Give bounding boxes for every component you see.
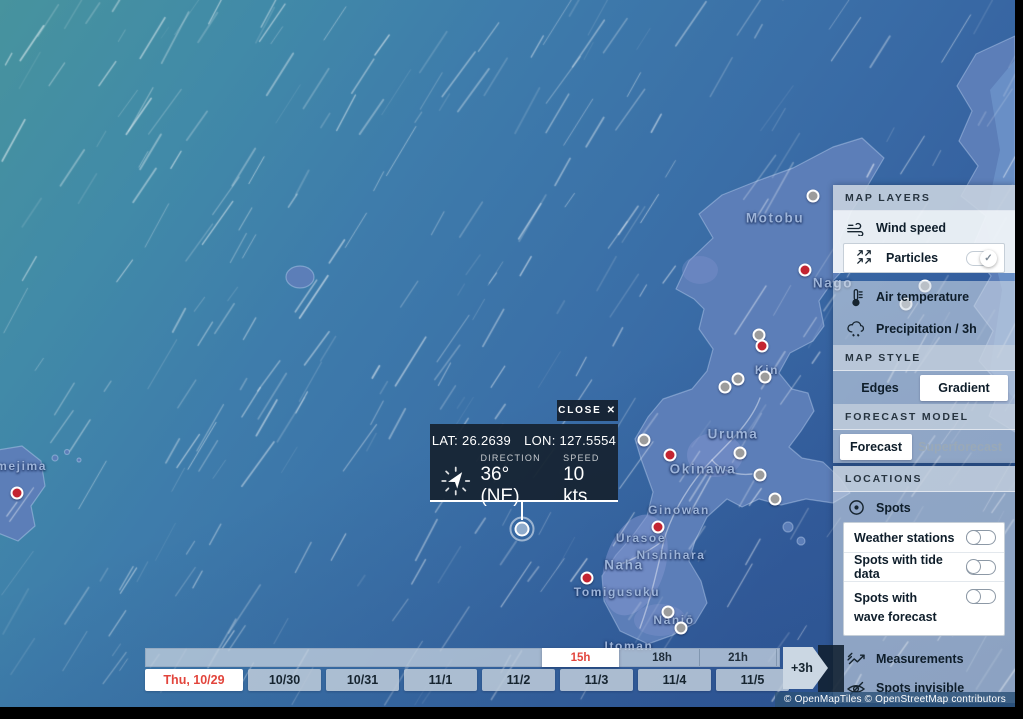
layer-particles[interactable]: Particles ✓ xyxy=(844,244,1004,272)
date-button-11-4[interactable]: 11/4 xyxy=(638,669,711,691)
spots-target-icon xyxy=(845,499,867,516)
direction-block: DIRECTION 36° (NE) xyxy=(480,453,548,508)
city-label-nishihara: Nishihara xyxy=(636,548,705,562)
date-button-11-2[interactable]: 11/2 xyxy=(482,669,555,691)
map-canvas[interactable]: Motobu Nago Kin Uruma Okinawa Ginowan Ur… xyxy=(0,0,1015,707)
air-temperature-label: Air temperature xyxy=(876,290,969,304)
spot-marker[interactable] xyxy=(732,373,745,386)
map-style-header: MAP STYLE xyxy=(833,345,1015,371)
measurements-label: Measurements xyxy=(876,652,964,666)
spot-marker[interactable] xyxy=(734,447,747,460)
spot-marker[interactable] xyxy=(719,381,732,394)
map-style-gradient-button[interactable]: Gradient xyxy=(920,375,1008,401)
direction-value: 36° (NE) xyxy=(480,464,548,508)
speed-label: SPEED xyxy=(563,453,610,463)
tide-spots-toggle[interactable] xyxy=(966,560,996,575)
popup-close-label: CLOSE xyxy=(558,405,601,416)
city-label-uruma: Uruma xyxy=(708,427,759,442)
spot-marker[interactable] xyxy=(754,469,767,482)
direction-label: DIRECTION xyxy=(480,453,548,463)
red-spot-marker[interactable] xyxy=(756,340,769,353)
tide-spots-row[interactable]: Spots with tide data xyxy=(844,552,1004,581)
lon-value: LON: 127.5554 xyxy=(524,433,616,448)
locations-panel: LOCATIONS Spots Weather stations Spots w… xyxy=(833,466,1015,703)
precipitation-label: Precipitation / 3h xyxy=(876,322,977,336)
spot-marker[interactable] xyxy=(769,493,782,506)
measurements-row[interactable]: Measurements xyxy=(833,644,1015,673)
red-spot-marker[interactable] xyxy=(652,521,665,534)
spot-marker[interactable] xyxy=(638,434,651,447)
measurements-chart-icon xyxy=(845,651,867,666)
city-label-motobu: Motobu xyxy=(746,211,804,226)
check-icon: ✓ xyxy=(980,250,997,267)
map-layers-panel: MAP LAYERS Wind speed xyxy=(833,185,1015,463)
lat-value: LAT: 26.2639 xyxy=(432,433,511,448)
weather-stations-toggle[interactable] xyxy=(966,530,996,545)
wave-spots-toggle[interactable] xyxy=(966,589,996,604)
app-window: { "popup": { "close_label": "CLOSE", "la… xyxy=(0,0,1023,719)
red-spot-marker[interactable] xyxy=(664,449,677,462)
spot-marker[interactable] xyxy=(807,190,820,203)
tide-spots-label: Spots with tide data xyxy=(854,553,966,581)
timeline-current-time[interactable]: 15h xyxy=(542,648,619,667)
speed-block: SPEED 10 kts xyxy=(563,453,610,508)
rain-cloud-icon xyxy=(845,321,867,338)
date-button-10-31[interactable]: 10/31 xyxy=(326,669,399,691)
red-spot-marker[interactable] xyxy=(799,264,812,277)
red-spot-marker[interactable] xyxy=(11,487,24,500)
close-icon: ✕ xyxy=(607,405,617,416)
spot-marker[interactable] xyxy=(759,371,772,384)
map-attribution: © OpenMapTiles © OpenStreetMap contribut… xyxy=(775,692,1015,707)
spot-marker[interactable] xyxy=(662,606,675,619)
compass-icon xyxy=(440,464,471,498)
city-label-kumejima: Kumejima xyxy=(0,459,47,473)
thermometer-icon xyxy=(845,288,867,307)
spots-label: Spots xyxy=(876,501,911,515)
particles-icon xyxy=(856,249,876,268)
city-label-naha: Naha xyxy=(604,558,643,573)
city-label-ginowan: Ginowan xyxy=(648,503,710,517)
date-button-10-30[interactable]: 10/30 xyxy=(248,669,321,691)
date-button-11-5[interactable]: 11/5 xyxy=(716,669,789,691)
weather-stations-row[interactable]: Weather stations xyxy=(844,523,1004,552)
map-style-edges-button[interactable]: Edges xyxy=(840,375,920,401)
city-label-tomigusuku: Tomigusuku xyxy=(574,585,660,599)
popup-close-button[interactable]: CLOSE ✕ xyxy=(557,400,618,421)
date-button-10-29[interactable]: Thu, 10/29 xyxy=(145,669,243,691)
speed-value: 10 kts xyxy=(563,464,610,508)
weather-stations-label: Weather stations xyxy=(854,531,955,545)
particles-label: Particles xyxy=(886,251,938,265)
wind-icon xyxy=(845,221,867,236)
date-button-11-1[interactable]: 11/1 xyxy=(404,669,477,691)
forecast-button[interactable]: Forecast xyxy=(840,434,912,460)
spots-row[interactable]: Spots xyxy=(833,494,1015,521)
wind-speed-label: Wind speed xyxy=(876,221,946,235)
locations-header: LOCATIONS xyxy=(833,466,1015,492)
particles-toggle[interactable]: ✓ xyxy=(966,251,996,266)
wind-info-popup: LAT: 26.2639 LON: 127.5554 D xyxy=(430,424,618,502)
date-button-11-3[interactable]: 11/3 xyxy=(560,669,633,691)
time-label-21h: 21h xyxy=(728,652,748,664)
timeline-track[interactable]: 18h 21h 15h xyxy=(145,648,780,667)
wave-spots-label: Spots with wave forecast xyxy=(854,589,950,627)
forecast-model-header: FORECAST MODEL xyxy=(833,404,1015,430)
coordinates-row: LAT: 26.2639 LON: 127.5554 xyxy=(430,433,618,448)
layer-precipitation[interactable]: Precipitation / 3h xyxy=(833,313,1015,345)
wave-spots-row[interactable]: Spots with wave forecast xyxy=(844,581,1004,635)
superforecast-button[interactable]: Superforecast xyxy=(912,434,1008,460)
time-label-18h: 18h xyxy=(652,652,672,664)
selected-point-marker[interactable] xyxy=(515,522,530,537)
layer-air-temperature[interactable]: Air temperature xyxy=(833,281,1015,313)
layer-wind-speed[interactable]: Wind speed xyxy=(833,214,1015,242)
map-layers-header: MAP LAYERS xyxy=(833,185,1015,211)
spot-marker[interactable] xyxy=(675,622,688,635)
red-spot-marker[interactable] xyxy=(581,572,594,585)
city-label-okinawa: Okinawa xyxy=(670,462,737,477)
